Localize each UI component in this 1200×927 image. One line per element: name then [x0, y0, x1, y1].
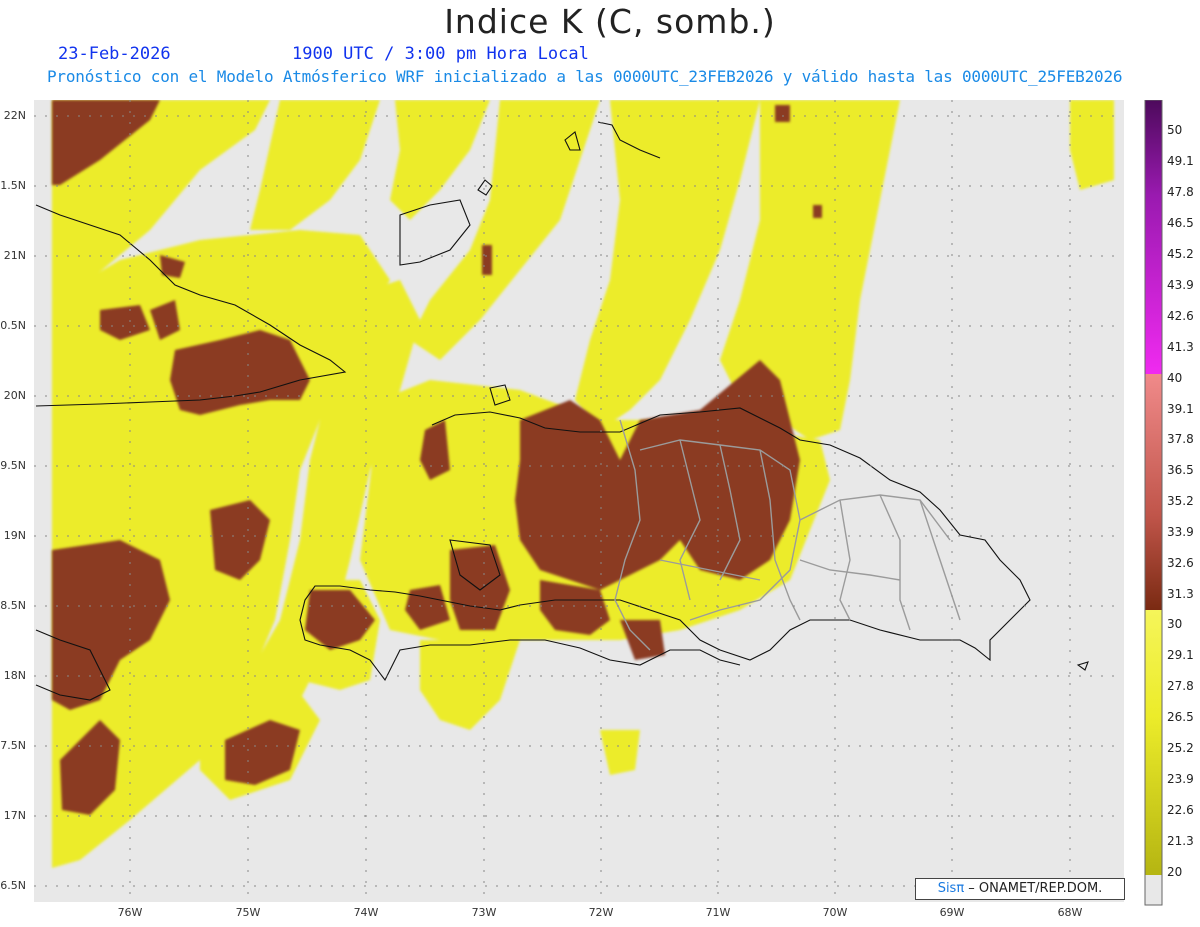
lat-label: 19N: [3, 529, 26, 542]
colorbar-gray: [1145, 875, 1162, 905]
colorbar-label: 21.3: [1167, 834, 1194, 848]
map-panel: [34, 100, 1124, 902]
lat-label: 20N: [3, 389, 26, 402]
colorbar-label: 33.9: [1167, 525, 1194, 539]
colorbar-label: 27.8: [1167, 679, 1194, 693]
lon-label: 74W: [353, 906, 379, 919]
colorbar-label: 47.8: [1167, 185, 1194, 199]
colorbar-label: 43.9: [1167, 278, 1194, 292]
forecast-date: 23-Feb-2026: [58, 44, 171, 64]
lat-label: 0.5N: [0, 319, 26, 332]
colorbar-label: 40: [1167, 371, 1183, 385]
colorbar-label: 20: [1167, 865, 1183, 879]
lat-label: 18N: [3, 669, 26, 682]
credit-text: – ONAMET/REP.DOM.: [964, 881, 1103, 896]
lon-label: 69W: [939, 906, 965, 919]
colorbar-label: 50: [1167, 123, 1183, 137]
colorbar-label: 42.6: [1167, 309, 1194, 323]
lon-label: 72W: [588, 906, 614, 919]
forecast-description: Pronóstico con el Modelo Atmósferico WRF…: [47, 67, 1123, 86]
colorbar-label: 31.3: [1167, 587, 1194, 601]
colorbar-label: 25.2: [1167, 741, 1194, 755]
colorbar-label: 45.2: [1167, 247, 1194, 261]
credit-logo: Sisπ: [937, 881, 965, 896]
lat-label: 8.5N: [0, 599, 26, 612]
colorbar-yellow: [1145, 610, 1162, 875]
colorbar-label: 32.6: [1167, 556, 1194, 570]
lon-label: 70W: [822, 906, 848, 919]
lat-label: 17N: [3, 809, 26, 822]
lat-label: 6.5N: [0, 879, 26, 892]
colorbar-label: 26.5: [1167, 710, 1194, 724]
map-title: Indice K (C, somb.): [444, 2, 776, 41]
lat-label: 7.5N: [0, 739, 26, 752]
lat-label: 9.5N: [0, 459, 26, 472]
colorbar-label: 41.3: [1167, 340, 1194, 354]
lon-label: 73W: [471, 906, 497, 919]
colorbar-label: 35.2: [1167, 494, 1194, 508]
colorbar-label: 29.1: [1167, 648, 1194, 662]
lon-label: 71W: [705, 906, 731, 919]
colorbar-label: 39.1: [1167, 402, 1194, 416]
colorbar-red: [1145, 374, 1162, 610]
lat-label: 1.5N: [0, 179, 26, 192]
colorbar-label: 30: [1167, 617, 1183, 631]
colorbar: [1144, 100, 1163, 906]
colorbar-label: 49.1: [1167, 154, 1194, 168]
colorbar-label: 22.6: [1167, 803, 1194, 817]
colorbar-label: 23.9: [1167, 772, 1194, 786]
colorbar-label: 36.5: [1167, 463, 1194, 477]
colorbar-label: 46.5: [1167, 216, 1194, 230]
colorbar-label: 37.8: [1167, 432, 1194, 446]
lon-label: 75W: [235, 906, 261, 919]
colorbar-purple: [1145, 100, 1162, 374]
lat-label: 22N: [3, 109, 26, 122]
lon-label: 68W: [1057, 906, 1083, 919]
credit-box: Sisπ – ONAMET/REP.DOM.: [915, 878, 1125, 900]
lat-label: 21N: [3, 249, 26, 262]
forecast-time: 1900 UTC / 3:00 pm Hora Local: [292, 44, 589, 64]
lon-label: 76W: [117, 906, 143, 919]
